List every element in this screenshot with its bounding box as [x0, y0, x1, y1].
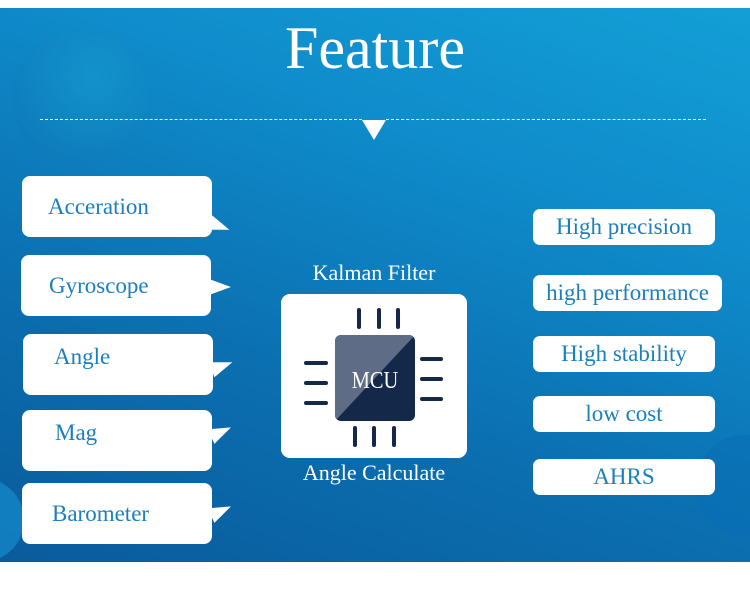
feature-label: High precision [555, 214, 693, 239]
down-arrow-icon [362, 120, 386, 140]
feature-label: high performance [546, 280, 709, 305]
input-label: Barometer [52, 501, 150, 526]
kalman-filter-label: Kalman Filter [312, 260, 436, 285]
angle-calculate-label: Angle Calculate [302, 460, 446, 485]
feature-low-cost: low cost [533, 396, 715, 432]
feature-high-performance: high performance [533, 275, 722, 311]
input-bubble-barometer: Barometer [22, 483, 235, 544]
input-label: Mag [55, 420, 98, 445]
feature-label: low cost [585, 401, 663, 426]
feature-ahrs: AHRS [533, 459, 715, 495]
input-bubble-acceleration: Acceration [22, 176, 233, 238]
feature-high-stability: High stability [533, 336, 715, 372]
decorative-circle [0, 478, 24, 562]
chip-label: MCU [352, 366, 398, 393]
input-bubble-angle: Angle [23, 334, 236, 395]
divider-right [386, 119, 706, 120]
feature-high-precision: High precision [533, 209, 715, 245]
input-label: Acceration [48, 194, 149, 219]
input-label: Gyroscope [49, 273, 149, 298]
page-title: Feature [285, 15, 465, 81]
input-bubble-mag: Mag [22, 410, 235, 471]
mcu-chip-icon: MCU [304, 308, 443, 447]
mcu-card: MCU [281, 294, 467, 458]
feature-label: AHRS [593, 464, 655, 489]
input-label: Angle [54, 344, 111, 369]
divider-left [40, 119, 362, 120]
feature-label: High stability [561, 341, 687, 366]
input-bubble-gyroscope: Gyroscope [21, 255, 231, 316]
speech-tail [209, 279, 231, 295]
